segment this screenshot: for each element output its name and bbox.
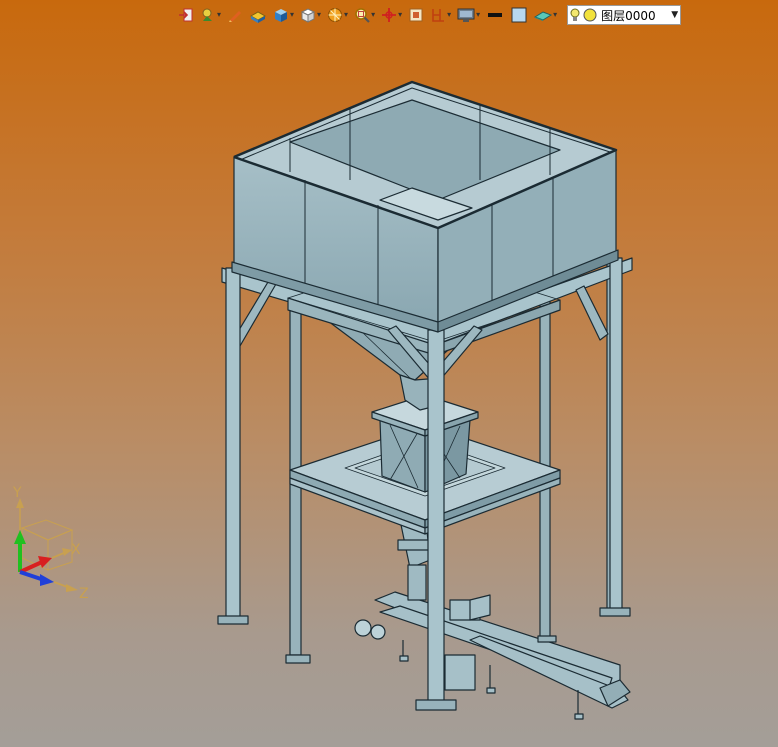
zoom-dropdown-icon[interactable]: ▾ xyxy=(371,11,375,19)
bagging-conveyor xyxy=(354,591,631,720)
snap-icon xyxy=(202,8,212,21)
plane-icon xyxy=(534,11,553,21)
y-axis-arrow xyxy=(14,530,26,544)
bin-structure-model[interactable] xyxy=(217,80,633,720)
box-select-icon xyxy=(250,11,267,23)
fill-color-icon xyxy=(511,7,527,23)
solid-view-icon xyxy=(275,9,288,22)
grid-button[interactable] xyxy=(406,4,426,26)
import-button[interactable] xyxy=(176,4,196,26)
wireframe-cube-button[interactable]: ▾ xyxy=(298,4,323,26)
import-icon xyxy=(179,8,193,22)
z-axis-arrow xyxy=(40,574,54,586)
origin-button[interactable]: ▾ xyxy=(379,4,404,26)
y-axis-label: Y xyxy=(13,485,22,501)
fill-color-button[interactable] xyxy=(508,4,530,26)
3d-viewport[interactable] xyxy=(0,0,778,747)
zoom-icon xyxy=(355,8,370,23)
plane-button[interactable]: ▾ xyxy=(532,4,559,26)
section-icon xyxy=(432,9,445,22)
sketch-pen-button[interactable] xyxy=(225,4,245,26)
x-axis-line xyxy=(19,560,43,574)
snap-dropdown-icon[interactable]: ▾ xyxy=(217,11,221,19)
display-icon xyxy=(457,8,475,22)
axis-triad xyxy=(14,498,78,592)
line-color-button[interactable] xyxy=(484,4,506,26)
grid-icon xyxy=(409,8,423,22)
view-toolbar: ▾ ▾ ▾ ▾ ▾ ▾ ▾ ▾ ▾ 图层0000 ▼ xyxy=(176,3,682,27)
section-button[interactable]: ▾ xyxy=(428,4,453,26)
render-mode-dropdown-icon[interactable]: ▾ xyxy=(344,11,348,19)
wireframe-cube-dropdown-icon[interactable]: ▾ xyxy=(317,11,321,19)
solid-view-button[interactable]: ▾ xyxy=(271,4,296,26)
solid-view-dropdown-icon[interactable]: ▾ xyxy=(290,11,294,19)
render-mode-button[interactable]: ▾ xyxy=(325,4,350,26)
render-mode-icon xyxy=(328,8,343,22)
layer-name: 图层0000 xyxy=(601,8,656,23)
snap-button[interactable]: ▾ xyxy=(198,4,223,26)
box-select-button[interactable] xyxy=(247,4,269,26)
layer-select[interactable]: 图层0000 ▼ xyxy=(567,5,682,25)
sketch-pen-icon xyxy=(229,11,242,22)
origin-icon xyxy=(382,8,397,22)
display-dropdown-icon[interactable]: ▾ xyxy=(476,11,480,19)
origin-dropdown-icon[interactable]: ▾ xyxy=(398,11,402,19)
plane-dropdown-icon[interactable]: ▾ xyxy=(553,11,557,19)
chevron-down-icon[interactable]: ▼ xyxy=(671,10,678,20)
z-axis-label: Z xyxy=(79,586,89,602)
section-dropdown-icon[interactable]: ▾ xyxy=(447,11,451,19)
lightbulb-icon[interactable] xyxy=(570,7,580,23)
line-color-icon xyxy=(488,13,503,17)
x-axis-label: X xyxy=(71,542,81,558)
zoom-button[interactable]: ▾ xyxy=(352,4,377,26)
wireframe-cube-icon xyxy=(300,8,316,23)
display-button[interactable]: ▾ xyxy=(455,4,482,26)
layer-color-icon[interactable] xyxy=(583,8,597,22)
